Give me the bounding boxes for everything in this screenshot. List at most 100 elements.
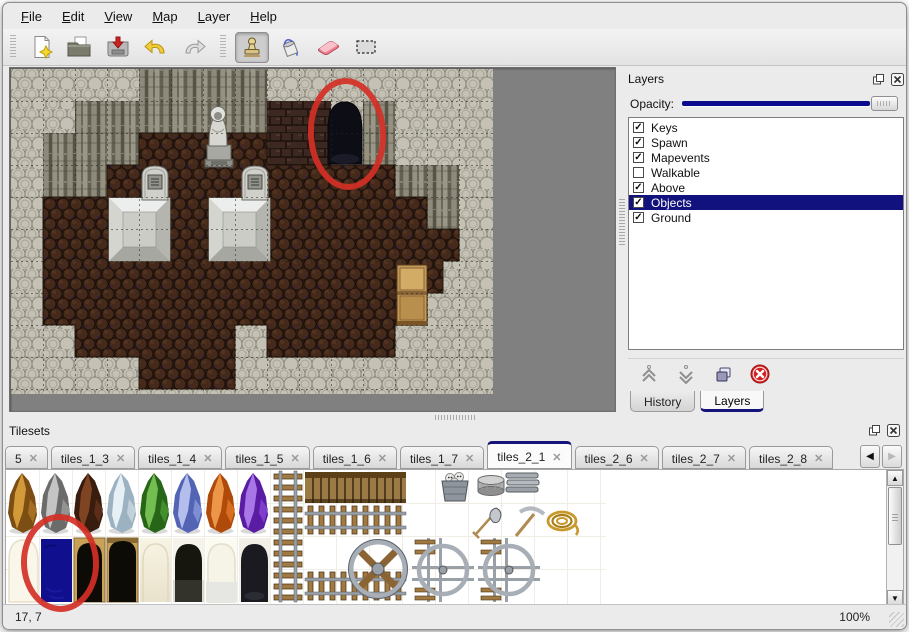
float-panel-button[interactable] bbox=[867, 424, 881, 437]
menu-file[interactable]: File bbox=[11, 6, 52, 27]
redo-button[interactable] bbox=[177, 32, 211, 63]
tile-stone-column-top bbox=[478, 476, 504, 496]
horizontal-splitter-handle[interactable] bbox=[435, 415, 475, 420]
tile-doorframe-open bbox=[107, 538, 138, 602]
close-tab-icon[interactable]: ✕ bbox=[465, 452, 474, 465]
duplicate-layer-button[interactable] bbox=[710, 361, 736, 387]
menu-map[interactable]: Map bbox=[142, 6, 187, 27]
delete-icon bbox=[749, 363, 771, 385]
wooden-door bbox=[397, 265, 427, 325]
save-button[interactable] bbox=[101, 32, 135, 63]
scroll-tabs-left-button[interactable]: ◀ bbox=[860, 445, 880, 468]
tileset-tab-tiles_1_5[interactable]: tiles_1_5 ✕ bbox=[225, 446, 309, 469]
layer-checkbox[interactable]: ✓ bbox=[633, 152, 644, 163]
undo-icon bbox=[142, 35, 170, 59]
float-panel-button[interactable] bbox=[871, 73, 885, 86]
opacity-label: Opacity: bbox=[630, 97, 674, 111]
tileset-canvas[interactable] bbox=[6, 470, 872, 604]
close-tab-icon[interactable]: ✕ bbox=[814, 452, 823, 465]
close-tab-icon[interactable]: ✕ bbox=[727, 452, 736, 465]
layers-panel-header: Layers bbox=[628, 71, 904, 87]
tab-label: History bbox=[644, 395, 681, 409]
menu-edit[interactable]: Edit bbox=[52, 6, 94, 27]
menu-layer[interactable]: Layer bbox=[188, 6, 241, 27]
tileset-tab-bar: 5 ✕ tiles_1_3 ✕ tiles_1_4 ✕ tiles_1_5 ✕ … bbox=[5, 440, 856, 469]
layer-row-ground[interactable]: ✓ Ground bbox=[629, 210, 903, 225]
close-panel-button[interactable] bbox=[890, 73, 904, 86]
save-icon bbox=[105, 35, 131, 59]
redo-icon bbox=[180, 35, 208, 59]
close-tab-icon[interactable]: ✕ bbox=[552, 451, 561, 464]
fill-tool-icon bbox=[278, 35, 302, 59]
opacity-slider-handle[interactable] bbox=[871, 96, 898, 111]
map-canvas[interactable] bbox=[11, 69, 493, 394]
close-tab-icon[interactable]: ✕ bbox=[378, 452, 387, 465]
fill-tool-button[interactable] bbox=[273, 32, 307, 63]
move-layer-up-button[interactable] bbox=[636, 361, 662, 387]
layer-row-walkable[interactable]: Walkable bbox=[629, 165, 903, 180]
tileset-tab-tiles_2_6[interactable]: tiles_2_6 ✕ bbox=[575, 446, 659, 469]
tile-cream-fade bbox=[140, 538, 171, 602]
scrollbar-thumb[interactable] bbox=[888, 487, 902, 545]
layer-row-mapevents[interactable]: ✓ Mapevents bbox=[629, 150, 903, 165]
move-layer-down-button[interactable] bbox=[673, 361, 699, 387]
tileset-tab-tiles_1_3[interactable]: tiles_1_3 ✕ bbox=[51, 446, 135, 469]
status-bar: 17, 7 100% bbox=[3, 604, 906, 629]
layer-checkbox[interactable]: ✓ bbox=[633, 182, 644, 193]
tab-layers[interactable]: Layers bbox=[700, 391, 764, 412]
layer-checkbox[interactable] bbox=[633, 167, 644, 178]
opacity-slider[interactable] bbox=[682, 95, 898, 112]
delete-layer-button[interactable] bbox=[747, 361, 773, 387]
close-icon bbox=[891, 73, 904, 86]
tileset-tab-tiles_2_1[interactable]: tiles_2_1 ✕ bbox=[487, 441, 571, 469]
layer-checkbox[interactable]: ✓ bbox=[633, 197, 644, 208]
gravestone-right bbox=[242, 166, 268, 200]
menu-view[interactable]: View bbox=[94, 6, 142, 27]
close-panel-button[interactable] bbox=[886, 424, 900, 437]
tile-plank-wall bbox=[305, 472, 406, 503]
tileset-tab-5[interactable]: 5 ✕ bbox=[5, 446, 48, 469]
tab-history[interactable]: History bbox=[630, 391, 695, 412]
layer-label: Mapevents bbox=[651, 151, 710, 165]
close-tab-icon[interactable]: ✕ bbox=[290, 452, 299, 465]
new-file-button[interactable] bbox=[25, 32, 59, 63]
tileset-tab-tiles_2_7[interactable]: tiles_2_7 ✕ bbox=[662, 446, 746, 469]
layer-checkbox[interactable]: ✓ bbox=[633, 212, 644, 223]
undo-button[interactable] bbox=[139, 32, 173, 63]
tab-label: tiles_2_6 bbox=[585, 452, 633, 466]
tileset-tab-tiles_1_4[interactable]: tiles_1_4 ✕ bbox=[138, 446, 222, 469]
layer-row-spawn[interactable]: ✓ Spawn bbox=[629, 135, 903, 150]
close-tab-icon[interactable]: ✕ bbox=[29, 452, 38, 465]
vertical-splitter-handle[interactable] bbox=[619, 199, 625, 245]
tile-cave-dark-blue bbox=[41, 539, 72, 602]
tab-label: tiles_1_3 bbox=[61, 452, 109, 466]
eraser-tool-button[interactable] bbox=[311, 32, 345, 63]
close-tab-icon[interactable]: ✕ bbox=[203, 452, 212, 465]
stamp-tool-button[interactable] bbox=[235, 32, 269, 63]
open-button[interactable] bbox=[63, 32, 97, 63]
layer-row-keys[interactable]: ✓ Keys bbox=[629, 120, 903, 135]
layer-row-objects[interactable]: ✓ Objects bbox=[629, 195, 903, 210]
resize-grip[interactable] bbox=[889, 612, 904, 627]
toolbar-drag-handle[interactable] bbox=[10, 35, 16, 59]
float-icon bbox=[868, 424, 881, 437]
tileset-tab-tiles_1_7[interactable]: tiles_1_7 ✕ bbox=[400, 446, 484, 469]
tile-black-arch bbox=[173, 538, 204, 602]
scroll-up-button[interactable]: ▲ bbox=[887, 470, 903, 486]
layer-row-above[interactable]: ✓ Above bbox=[629, 180, 903, 195]
tileset-tab-tiles_2_8[interactable]: tiles_2_8 ✕ bbox=[749, 446, 833, 469]
tile-metal-bars bbox=[506, 473, 539, 492]
menu-help[interactable]: Help bbox=[240, 6, 287, 27]
close-tab-icon[interactable]: ✕ bbox=[116, 452, 125, 465]
toolbar-drag-handle[interactable] bbox=[220, 35, 226, 59]
duplicate-icon bbox=[713, 364, 733, 384]
close-tab-icon[interactable]: ✕ bbox=[640, 452, 649, 465]
layers-panel: Layers Opacity: bbox=[628, 71, 904, 415]
tileset-scrollbar[interactable]: ▲ ▼ bbox=[886, 470, 903, 606]
tileset-tab-tiles_1_6[interactable]: tiles_1_6 ✕ bbox=[313, 446, 397, 469]
layer-checkbox[interactable]: ✓ bbox=[633, 122, 644, 133]
scroll-tabs-right-button[interactable]: ▶ bbox=[882, 445, 902, 468]
layer-checkbox[interactable]: ✓ bbox=[633, 137, 644, 148]
rect-select-tool-button[interactable] bbox=[349, 32, 383, 63]
tab-label: tiles_1_4 bbox=[148, 452, 196, 466]
